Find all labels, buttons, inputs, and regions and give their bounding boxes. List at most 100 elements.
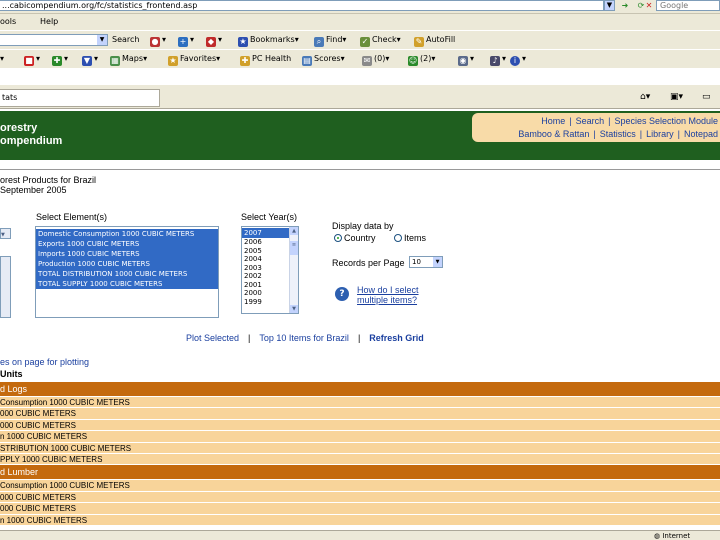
site-nav-line1: Home | Search | Species Selection Module (541, 116, 718, 126)
home-icon[interactable]: ⌂▾ (640, 92, 650, 102)
autofill-button[interactable]: ✎ AutoFill (414, 35, 455, 47)
nav-home[interactable]: Home (541, 116, 565, 126)
table-row[interactable]: STRIBUTION 1000 CUBIC METERS (0, 442, 720, 454)
years-scrollbar[interactable]: ▲ ≡ ▼ (289, 227, 298, 313)
check-icon: ✓ (360, 37, 370, 47)
table-row[interactable]: 000 CUBIC METERS (0, 419, 720, 432)
favorites-button[interactable]: ★ Favorites▾ (168, 54, 220, 66)
radio-icon[interactable] (334, 234, 342, 242)
plot-selected-link[interactable]: Plot Selected (186, 333, 239, 343)
find-icon: ⌕ (314, 37, 324, 47)
feeds-icon[interactable]: ▣▾ (670, 92, 683, 102)
find-button[interactable]: ⌕ Find▾ (314, 35, 346, 47)
nav-statistics[interactable]: Statistics (600, 129, 636, 139)
table-row[interactable]: Consumption 1000 CUBIC METERS (0, 397, 720, 409)
rss-icon[interactable]: ◉ ▾ (458, 54, 474, 66)
chevron-right-icon[interactable]: ▾ (0, 54, 4, 63)
go-icon[interactable]: ➜ (618, 0, 632, 11)
years-listbox[interactable]: 2007 2006 2005 2004 2003 2002 2001 2000 … (241, 226, 299, 314)
stop-icon[interactable]: ✕ (642, 0, 656, 11)
search-box[interactable]: Google (656, 0, 720, 11)
maps-button[interactable]: ▦ Maps▾ (110, 54, 147, 66)
addon-green-icon[interactable]: ✚ ▾ (52, 54, 68, 66)
table-row[interactable]: Consumption 1000 CUBIC METERS (0, 480, 720, 492)
tab-bar: tats ⌂▾ ▣▾ ▭ (0, 85, 720, 109)
page-title: orest Products for Brazil September 2005 (0, 175, 96, 195)
plot-hint: es on page for plotting (0, 357, 90, 367)
table-row[interactable]: n 1000 CUBIC METERS (0, 431, 720, 443)
mail-button[interactable]: ✉ (0)▾ (362, 54, 389, 66)
select-years-label: Select Year(s) (241, 212, 298, 222)
nav-species-selection[interactable]: Species Selection Module (614, 116, 718, 126)
toolbar-search-button[interactable]: Search (112, 35, 139, 44)
refresh-grid-link[interactable]: Refresh Grid (369, 333, 424, 343)
element-option[interactable]: TOTAL DISTRIBUTION 1000 CUBIC METERS (36, 269, 218, 279)
display-items-label: Items (404, 233, 427, 243)
menu-help[interactable]: Help (40, 17, 58, 26)
table-row[interactable]: 000 CUBIC METERS (0, 408, 720, 420)
records-per-page-value: 10 (412, 258, 421, 266)
pagerank-icon[interactable]: ● ▾ (150, 35, 166, 47)
nav-bamboo-rattan[interactable]: Bamboo & Rattan (518, 129, 589, 139)
element-option[interactable]: Imports 1000 CUBIC METERS (36, 249, 218, 259)
pc-health-button[interactable]: ✚ PC Health (240, 54, 291, 66)
chevron-down-icon[interactable]: ▼ (97, 35, 107, 45)
element-option[interactable]: Exports 1000 CUBIC METERS (36, 239, 218, 249)
globe-icon: ◍ (654, 532, 661, 540)
help-icon[interactable]: ? (335, 287, 349, 301)
element-listbox[interactable]: Domestic Consumption 1000 CUBIC METERS E… (35, 226, 219, 318)
star-icon: ★ (168, 56, 178, 66)
plus-icon[interactable]: + ▾ (178, 35, 194, 47)
element-option[interactable]: Domestic Consumption 1000 CUBIC METERS (36, 229, 218, 239)
messenger-button[interactable]: ☺ (2)▾ (408, 54, 435, 66)
toolbar-search-input[interactable]: ▼ (0, 34, 108, 46)
help-link-line2: multiple items? (357, 295, 418, 305)
scores-button[interactable]: ▤ Scores▾ (302, 54, 345, 66)
spell-check-button[interactable]: ✓ Check▾ (360, 35, 401, 47)
bookmarks-button[interactable]: ★ Bookmarks▾ (238, 35, 299, 47)
blocker-icon[interactable]: ◆ ▾ (206, 35, 222, 47)
display-country-option[interactable]: Country (334, 233, 376, 243)
table-row[interactable]: n 1000 CUBIC METERS (0, 514, 720, 526)
select-element-label: Select Element(s) (36, 212, 108, 222)
scroll-down-icon[interactable]: ▼ (290, 305, 298, 313)
security-zone: ◍ Internet (654, 532, 690, 540)
menu-bar: ools Help (0, 14, 720, 30)
print-icon[interactable]: ▭ (702, 92, 711, 102)
messenger-icon: ☺ (408, 56, 418, 66)
left-dropdown[interactable]: ▼ (0, 228, 11, 239)
tab-statistics[interactable]: tats (0, 89, 160, 107)
help-link[interactable]: How do I select multiple items? (357, 285, 419, 305)
page-date: September 2005 (0, 185, 67, 195)
nav-notepad[interactable]: Notepad (684, 129, 718, 139)
flag-icon[interactable]: ■ ▾ (24, 54, 40, 66)
nav-search[interactable]: Search (576, 116, 605, 126)
address-input[interactable]: ...cabicompendium.org/fc/statistics_fron… (0, 0, 604, 11)
element-option[interactable]: TOTAL SUPPLY 1000 CUBIC METERS (36, 279, 218, 289)
address-bar-row: ...cabicompendium.org/fc/statistics_fron… (0, 0, 720, 14)
music-icon[interactable]: ♪ ▾ (490, 54, 506, 66)
nav-library[interactable]: Library (646, 129, 674, 139)
top10-link[interactable]: Top 10 Items for Brazil (259, 333, 349, 343)
left-list-scrollbar[interactable] (0, 256, 11, 318)
map-icon: ▦ (110, 56, 120, 66)
records-per-page-select[interactable]: 10 ▼ (409, 256, 443, 268)
element-option[interactable]: Production 1000 CUBIC METERS (36, 259, 218, 269)
status-bar: ◍ Internet (0, 530, 720, 540)
chevron-down-icon[interactable]: ▼ (433, 257, 442, 267)
menu-tools[interactable]: ools (0, 17, 16, 26)
display-items-option[interactable]: Items (394, 233, 426, 243)
table-row[interactable]: 000 CUBIC METERS (0, 503, 720, 515)
scroll-up-icon[interactable]: ▲ (290, 227, 298, 235)
radio-icon[interactable] (394, 234, 402, 242)
page-title-line1: orest Products for Brazil (0, 175, 97, 185)
security-zone-label: Internet (662, 532, 691, 540)
address-dropdown-icon[interactable]: ▼ (604, 0, 615, 11)
table-row[interactable]: PPLY 1000 CUBIC METERS (0, 453, 720, 466)
shield-icon[interactable]: ▼ ▾ (82, 54, 98, 66)
table-row[interactable]: 000 CUBIC METERS (0, 491, 720, 504)
year-option[interactable]: 2007 (242, 228, 289, 238)
grid-group-header: d Logs (0, 382, 720, 397)
scroll-thumb[interactable]: ≡ (290, 241, 298, 255)
info-icon[interactable]: i ▾ (510, 54, 526, 66)
